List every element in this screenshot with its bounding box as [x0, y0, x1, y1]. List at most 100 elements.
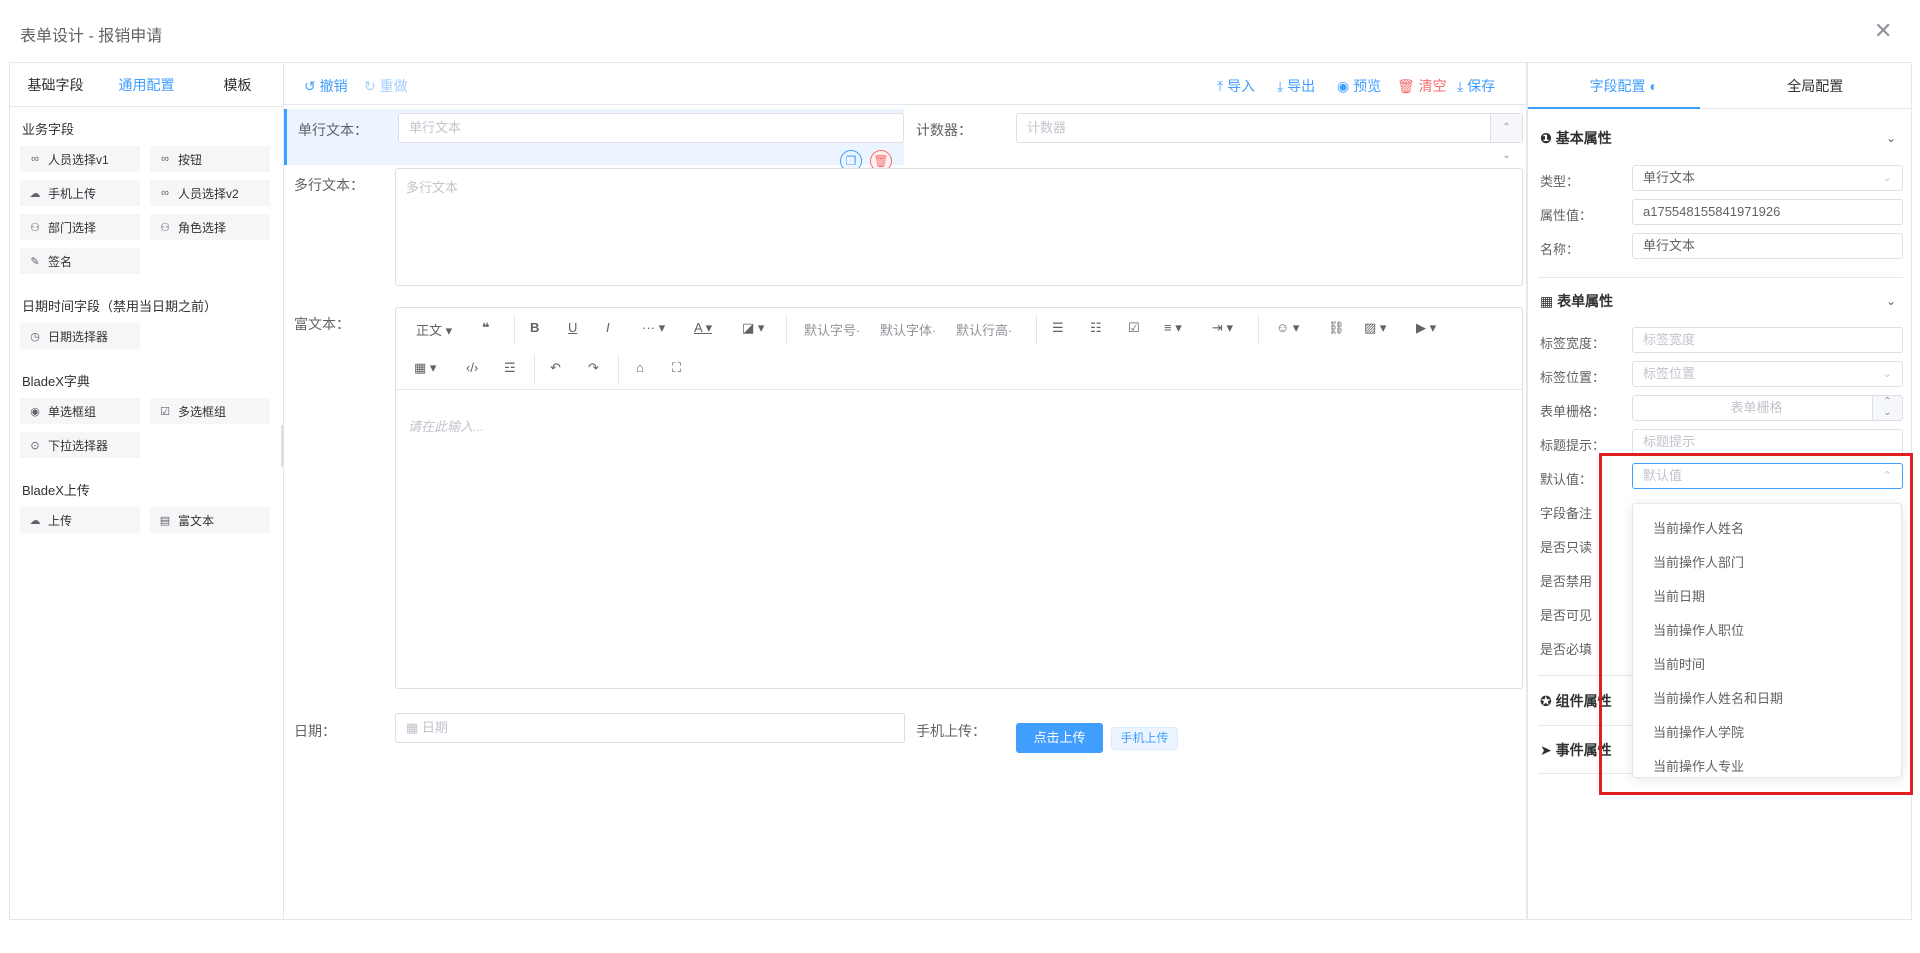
field-rich-text[interactable]: ▤ 富文本: [150, 507, 270, 533]
export-button[interactable]: ⤓ 导出: [1277, 76, 1315, 96]
heading-label: 正文: [416, 323, 443, 338]
field-note-label: 字段备注: [1540, 506, 1593, 521]
annotation-highlight-box: [1599, 453, 1913, 795]
field-upload[interactable]: ☁ 上传: [20, 507, 140, 533]
italic-icon[interactable]: I: [606, 320, 610, 335]
name-input[interactable]: 单行文本: [1632, 233, 1903, 259]
close-icon[interactable]: ✕: [1874, 18, 1892, 44]
tab-global-config[interactable]: 全局配置: [1720, 63, 1912, 108]
multi-text-input[interactable]: 多行文本: [395, 168, 1523, 286]
title-tip-input[interactable]: 标题提示: [1632, 429, 1903, 455]
indent-icon[interactable]: ⇥ ▾: [1212, 320, 1233, 336]
toggle-icon: ◐: [1649, 78, 1658, 94]
user-icon: ⚇: [160, 221, 170, 234]
background-color-icon[interactable]: ◪ ▾: [742, 320, 764, 336]
undo-button[interactable]: ↺ 撤销: [304, 76, 348, 96]
heading-select[interactable]: 正文 ▾: [416, 320, 452, 339]
field-signature[interactable]: ✎ 签名: [20, 248, 140, 274]
font-size-select[interactable]: 默认字号·: [804, 320, 860, 339]
quote-icon[interactable]: ❝: [482, 320, 490, 336]
label-position-select[interactable]: 标签位置 ⌄: [1632, 361, 1903, 387]
code-icon[interactable]: ‹/›: [466, 360, 478, 375]
todo-icon[interactable]: ☑: [1128, 320, 1140, 336]
cloud-upload-icon: ☁: [29, 514, 41, 527]
field-person-select-v2[interactable]: ∞ 人员选择v2: [150, 180, 270, 206]
field-label: 日期选择器: [48, 329, 109, 344]
label-width-input[interactable]: 标签宽度: [1632, 327, 1903, 353]
field-label: 富文本: [178, 513, 215, 528]
grid-span-input[interactable]: 表单栅格 ⌃ ⌄: [1632, 395, 1903, 421]
clear-format-icon[interactable]: ⌂: [636, 360, 644, 375]
fullscreen-icon[interactable]: ⛶: [672, 360, 681, 376]
rich-text-placeholder[interactable]: 请在此输入...: [408, 416, 484, 435]
link-icon: ∞: [31, 153, 39, 165]
field-radio-group[interactable]: ◉ 单选框组: [20, 398, 140, 424]
font-color-icon[interactable]: A ▾: [694, 320, 712, 336]
field-label: 角色选择: [178, 220, 227, 235]
field-dept-select[interactable]: ⚇ 部门选择: [20, 214, 140, 240]
more-icon[interactable]: ··· ▾: [642, 320, 665, 336]
tab-field-config[interactable]: 字段配置 ◐: [1528, 63, 1720, 108]
date-input[interactable]: ▦ 日期: [395, 713, 905, 743]
basic-section-header[interactable]: ❶ 基本属性: [1540, 128, 1612, 148]
dialog-title: 表单设计 - 报销申请: [20, 28, 163, 45]
form-section-title: 表单属性: [1557, 293, 1614, 309]
clear-button[interactable]: 🗑 清空: [1397, 76, 1447, 96]
chevron-down-icon: ⌄: [1882, 172, 1892, 184]
field-label: 下拉选择器: [48, 438, 109, 453]
mobile-upload-tag[interactable]: 手机上传: [1111, 727, 1178, 750]
date-label: 日期：: [294, 723, 336, 739]
field-role-select[interactable]: ⚇ 角色选择: [150, 214, 270, 240]
line-height-select[interactable]: 默认行高·: [956, 320, 1012, 339]
import-button[interactable]: ⤒ 导入: [1217, 76, 1255, 96]
divider-icon[interactable]: ☲: [504, 360, 516, 376]
cloud-upload-icon: ☁: [29, 187, 41, 200]
rich-text-toolbar: 正文 ▾ ❝ B U I ··· ▾ A ▾ ◪ ▾ 默认字号· 默认字体· 默…: [396, 308, 1522, 390]
info-icon: ❶: [1540, 130, 1552, 146]
field-person-select-v1[interactable]: ∞ 人员选择v1: [20, 146, 140, 172]
single-text-label: 单行文本：: [298, 122, 368, 138]
link-icon[interactable]: ⛓: [1328, 320, 1345, 336]
table-icon[interactable]: ▦ ▾: [414, 360, 436, 376]
type-select[interactable]: 单行文本 ⌄: [1632, 165, 1903, 191]
tab-template[interactable]: 模板: [192, 63, 283, 106]
field-select[interactable]: ⊙ 下拉选择器: [20, 432, 140, 458]
chevron-down-icon[interactable]: ⌄: [1886, 294, 1896, 308]
single-text-input[interactable]: 单行文本: [398, 113, 904, 143]
save-button[interactable]: ⤓ 保存: [1457, 76, 1495, 96]
font-family-select[interactable]: 默认字体·: [880, 320, 936, 339]
link-icon: ∞: [161, 187, 169, 199]
preview-button[interactable]: ◉ 预览: [1337, 76, 1381, 96]
image-icon[interactable]: ▨ ▾: [1364, 320, 1386, 336]
link-icon: ∞: [161, 153, 169, 165]
field-mobile-upload[interactable]: ☁ 手机上传: [20, 180, 140, 206]
undo-icon[interactable]: ↶: [550, 360, 561, 376]
upload-button[interactable]: 点击上传: [1016, 723, 1103, 753]
video-icon[interactable]: ▶ ▾: [1416, 320, 1436, 336]
bulleted-list-icon[interactable]: ☰: [1052, 320, 1064, 336]
chevron-down-icon[interactable]: ⌄: [1886, 131, 1896, 145]
tab-basic-fields[interactable]: 基础字段: [10, 63, 101, 106]
basic-section-title: 基本属性: [1555, 130, 1612, 146]
redo-button[interactable]: ↻ 重做: [364, 76, 408, 96]
align-icon[interactable]: ≡ ▾: [1164, 320, 1182, 336]
emoji-icon[interactable]: ☺ ▾: [1276, 320, 1299, 336]
chevron-circle-icon: ⊙: [30, 439, 40, 452]
numbered-list-icon[interactable]: ☷: [1090, 320, 1102, 336]
disabled-label: 是否禁用: [1540, 574, 1593, 589]
field-button[interactable]: ∞ 按钮: [150, 146, 270, 172]
field-checkbox-group[interactable]: ☑ 多选框组: [150, 398, 270, 424]
tab-common-config[interactable]: 通用配置: [101, 63, 192, 106]
date-placeholder: 日期: [421, 720, 448, 735]
redo-icon[interactable]: ↷: [588, 360, 599, 376]
counter-input[interactable]: 计数器 ⌃ ⌄: [1016, 113, 1523, 161]
field-date-picker[interactable]: ◷ 日期选择器: [20, 323, 140, 349]
prop-value-input[interactable]: a175548155841971926: [1632, 199, 1903, 225]
form-section-header[interactable]: ▦ 表单属性: [1540, 291, 1613, 311]
default-value-label: 默认值：: [1540, 472, 1593, 487]
underline-icon[interactable]: U: [568, 320, 577, 335]
field-label: 人员选择v2: [178, 186, 239, 201]
counter-stepper[interactable]: ⌃ ⌄: [1490, 114, 1522, 161]
grid-span-stepper[interactable]: ⌃ ⌄: [1872, 396, 1902, 420]
bold-icon[interactable]: B: [530, 320, 539, 335]
